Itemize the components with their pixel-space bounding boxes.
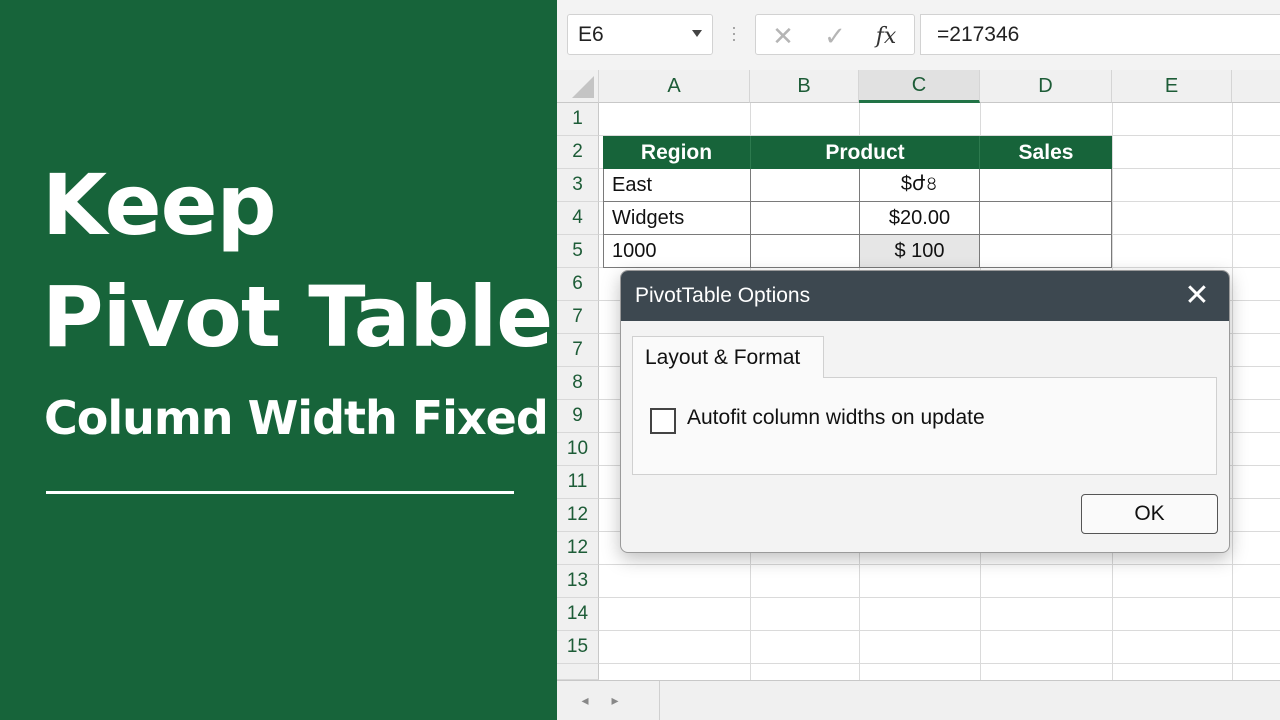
promo-divider — [46, 491, 514, 494]
promo-panel: Keep Pivot Table Column Width Fixed — [0, 0, 557, 720]
row-header[interactable]: 14 — [557, 598, 599, 631]
promo-subtitle: Column Width Fixed — [44, 391, 549, 445]
gridline — [599, 564, 1280, 565]
gridline — [1232, 103, 1233, 680]
autofit-checkbox-label[interactable]: Autofit column widths on update — [687, 406, 985, 430]
cell-c5[interactable]: $ 100 — [860, 235, 980, 268]
select-all-button[interactable] — [557, 70, 599, 103]
row-header[interactable]: 13 — [557, 565, 599, 598]
autofit-checkbox[interactable] — [650, 408, 676, 434]
row-header[interactable]: 1 — [557, 103, 599, 136]
column-header-c[interactable]: C — [859, 70, 980, 103]
cell-b4[interactable] — [751, 202, 860, 235]
row-header[interactable]: 15 — [557, 631, 599, 664]
name-box-value: E6 — [578, 22, 604, 46]
formula-buttons: ✕ ✓ fx — [755, 14, 915, 55]
gridline — [599, 663, 1280, 664]
column-header-b[interactable]: B — [750, 70, 859, 103]
row-header[interactable]: 5 — [557, 235, 599, 268]
row-header[interactable]: 4 — [557, 202, 599, 235]
row-header[interactable]: 7 — [557, 301, 599, 334]
cell-b3[interactable] — [751, 169, 860, 202]
cell-d5[interactable] — [980, 235, 1112, 268]
row-header[interactable]: 10 — [557, 433, 599, 466]
row-header[interactable]: 9 — [557, 400, 599, 433]
formula-value: =217346 — [937, 22, 1020, 46]
header-cell-product[interactable]: Product — [751, 136, 980, 169]
scroll-left-icon[interactable]: ◂ — [575, 690, 595, 710]
cancel-icon[interactable]: ✕ — [768, 21, 798, 51]
gridline — [599, 630, 1280, 631]
row-header[interactable]: 2 — [557, 136, 599, 169]
close-icon[interactable]: ✕ — [1183, 278, 1211, 313]
dialog-title: PivotTable Options — [635, 284, 811, 307]
pivottable-options-dialog: PivotTable Options ✕ Layout & Format Aut… — [620, 270, 1230, 553]
row-header[interactable] — [557, 664, 599, 680]
enter-check-icon[interactable]: ✓ — [820, 21, 850, 51]
ok-button[interactable]: OK — [1081, 494, 1218, 534]
gridline — [599, 597, 1280, 598]
column-header-d[interactable]: D — [980, 70, 1112, 103]
cell-a5[interactable]: 1000 — [603, 235, 751, 268]
promo-title-line1: Keep — [42, 156, 277, 254]
column-header-f[interactable] — [1232, 70, 1280, 103]
promo-title-line2: Pivot Table — [42, 268, 553, 366]
formula-input[interactable]: =217346 — [920, 14, 1280, 55]
tab-bar-divider — [659, 681, 660, 720]
cell-a4[interactable]: Widgets — [603, 202, 751, 235]
cell-b5[interactable] — [751, 235, 860, 268]
cell-d4[interactable] — [980, 202, 1112, 235]
cell-c4[interactable]: $20.00 — [860, 202, 980, 235]
cell-d3[interactable] — [980, 169, 1112, 202]
row-header[interactable]: 6 — [557, 268, 599, 301]
sheet-tab-bar: ◂ ▸ — [557, 680, 1280, 720]
select-all-triangle-icon — [572, 76, 594, 98]
cell-a3[interactable]: East — [603, 169, 751, 202]
column-header-e[interactable]: E — [1112, 70, 1232, 103]
row-header[interactable]: 11 — [557, 466, 599, 499]
scroll-right-icon[interactable]: ▸ — [605, 690, 625, 710]
cell-c3[interactable]: $ժ৪ — [860, 169, 980, 202]
column-header-a[interactable]: A — [599, 70, 750, 103]
chevron-down-icon[interactable] — [692, 30, 702, 37]
header-cell-sales[interactable]: Sales — [980, 136, 1112, 169]
more-options-icon[interactable]: · · · — [731, 18, 737, 48]
tab-panel: Autofit column widths on update — [632, 377, 1217, 475]
header-cell-region[interactable]: Region — [603, 136, 751, 169]
row-header[interactable]: 12 — [557, 499, 599, 532]
row-header[interactable]: 7 — [557, 334, 599, 367]
name-box[interactable]: E6 — [567, 14, 713, 55]
row-header[interactable]: 12 — [557, 532, 599, 565]
dialog-title-bar[interactable]: PivotTable Options ✕ — [621, 271, 1229, 321]
insert-function-icon[interactable]: fx — [871, 21, 901, 51]
row-header[interactable]: 8 — [557, 367, 599, 400]
row-header[interactable]: 3 — [557, 169, 599, 202]
tab-layout-format[interactable]: Layout & Format — [632, 336, 824, 378]
